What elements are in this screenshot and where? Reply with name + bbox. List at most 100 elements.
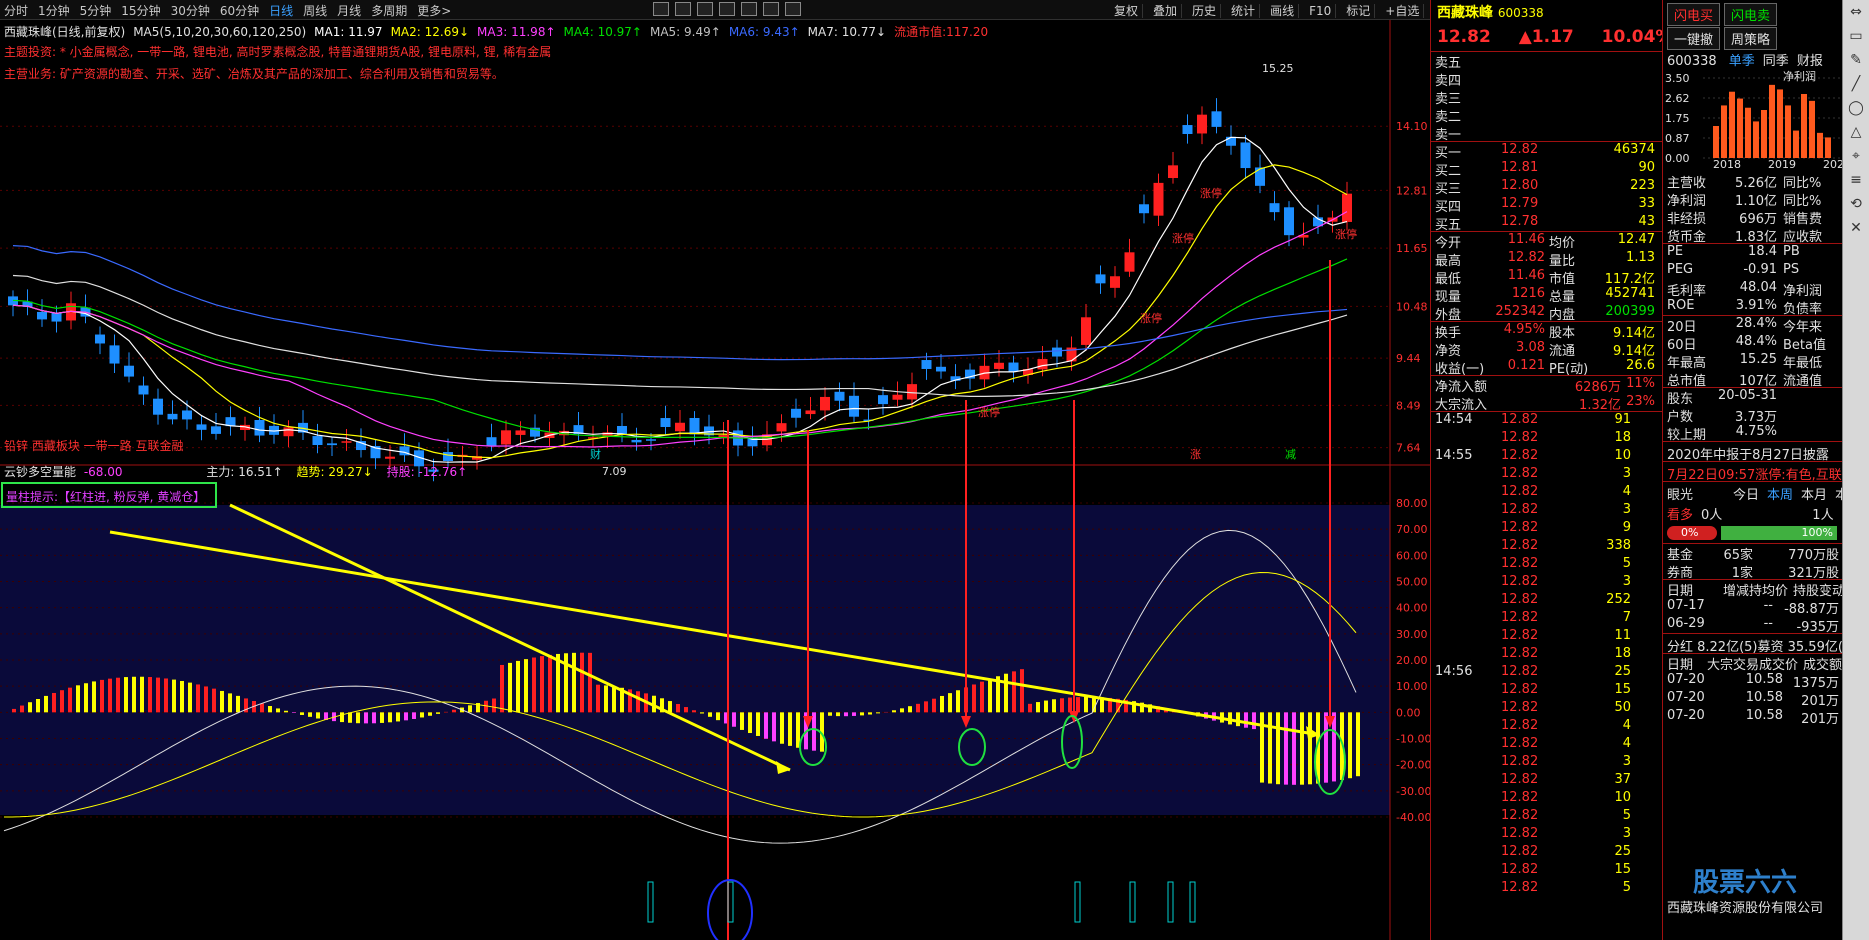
vtool-icon[interactable]: △ bbox=[1846, 124, 1866, 144]
period-tab[interactable]: 15分钟 bbox=[121, 4, 160, 18]
fin-label: 销售费 bbox=[1783, 212, 1823, 227]
inst-label: 基金 bbox=[1667, 548, 1694, 563]
hist-bar bbox=[708, 712, 712, 717]
candle bbox=[341, 441, 352, 443]
vtool-icon[interactable]: ◯ bbox=[1846, 100, 1866, 120]
tick-vol: 338 bbox=[1606, 538, 1631, 553]
stat-label: 流通 bbox=[1549, 344, 1576, 359]
bull-count-item: 看多 bbox=[1667, 508, 1694, 523]
fin-label: 货币金 bbox=[1667, 230, 1707, 245]
indicator-name[interactable]: 云钞多空量能 bbox=[4, 465, 76, 479]
toolbar-button[interactable]: 统计 bbox=[1227, 4, 1261, 18]
toolbar-right-buttons: 复权叠加历史统计画线F10标记+自选返回 bbox=[1110, 2, 1469, 19]
bull-count-item: 0人 bbox=[1701, 508, 1723, 523]
tool-icon[interactable] bbox=[763, 2, 779, 16]
tool-icon[interactable] bbox=[719, 2, 735, 16]
period-tab[interactable]: 30分钟 bbox=[171, 4, 210, 18]
data-row: 大宗流入 1.32亿 23% bbox=[1431, 394, 1662, 413]
hist-bar bbox=[1044, 700, 1048, 713]
tick-vol: 11 bbox=[1614, 628, 1631, 643]
vtool-icon[interactable]: ✕ bbox=[1846, 220, 1866, 240]
quick-trade-button[interactable]: 闪电买 bbox=[1667, 3, 1721, 26]
tick-vol: 3 bbox=[1622, 466, 1631, 481]
toolbar-button[interactable]: F10 bbox=[1305, 4, 1337, 18]
fin-label: 60日 bbox=[1667, 338, 1697, 353]
tick-price: 12.82 bbox=[1501, 790, 1539, 805]
blk-date: 07-20 bbox=[1667, 708, 1705, 723]
hist-bar bbox=[556, 653, 560, 713]
fin-axis-label: 0.00 bbox=[1665, 152, 1690, 165]
hist-bar bbox=[1068, 697, 1072, 713]
fin-tab[interactable]: 同季 bbox=[1763, 54, 1789, 69]
hist-bar bbox=[292, 712, 296, 713]
eye-tab[interactable]: 本年 bbox=[1835, 488, 1842, 503]
quick-trade-button[interactable]: 闪电卖 bbox=[1724, 3, 1778, 26]
toolbar-button[interactable]: 标记 bbox=[1342, 4, 1376, 18]
tool-icon[interactable] bbox=[785, 2, 801, 16]
toolbar-button[interactable]: 画线 bbox=[1266, 4, 1300, 18]
vtool-icon[interactable]: ╱ bbox=[1846, 76, 1866, 96]
fin-tab[interactable]: 财报 bbox=[1797, 54, 1823, 69]
tool-icon[interactable] bbox=[653, 2, 669, 16]
candle bbox=[95, 334, 105, 344]
limit-up-label: 涨停 bbox=[1335, 227, 1357, 241]
period-tab[interactable]: 分时 bbox=[4, 4, 28, 18]
fin-year-label: 202 bbox=[1823, 158, 1842, 168]
tick-price: 12.82 bbox=[1501, 484, 1539, 499]
tick-price: 12.82 bbox=[1501, 538, 1539, 553]
vtool-icon[interactable]: ≡ bbox=[1846, 172, 1866, 192]
period-tab[interactable]: 月线 bbox=[337, 4, 361, 18]
data-row: 卖四 bbox=[1431, 70, 1662, 89]
toolbar-button[interactable]: 历史 bbox=[1188, 4, 1222, 18]
stat-value: 117.2亿 bbox=[1604, 272, 1655, 287]
price-axis-label: 7.64 bbox=[1396, 442, 1421, 455]
toolbar-button[interactable]: +自选 bbox=[1381, 4, 1425, 18]
vtool-icon[interactable]: ⌖ bbox=[1846, 148, 1866, 168]
vtool-icon[interactable]: ✎ bbox=[1846, 52, 1866, 72]
vtool-icon[interactable]: ⇔ bbox=[1846, 4, 1866, 24]
quick-trade-button[interactable]: 周策略 bbox=[1724, 27, 1778, 50]
fin-tab[interactable]: 单季 bbox=[1729, 54, 1755, 69]
quick-trade-button[interactable]: 一键撤 bbox=[1667, 27, 1721, 50]
period-tab[interactable]: 多周期 bbox=[371, 4, 407, 18]
vtool-icon[interactable]: ⟲ bbox=[1846, 196, 1866, 216]
vtool-icon[interactable]: ▭ bbox=[1846, 28, 1866, 48]
candle bbox=[849, 395, 859, 417]
period-tab[interactable]: 更多> bbox=[417, 4, 451, 18]
data-row: 买三 12.80 223 bbox=[1431, 178, 1662, 197]
ind-axis-label: 50.00 bbox=[1396, 576, 1428, 589]
tick-vol: 3 bbox=[1622, 754, 1631, 769]
fin-year-label: 2018 bbox=[1713, 158, 1741, 168]
tool-icon[interactable] bbox=[741, 2, 757, 16]
eye-tab[interactable]: 本周 bbox=[1767, 488, 1793, 503]
ma-legend-item: 西藏珠峰(日线,前复权) bbox=[4, 25, 126, 39]
news-text[interactable]: 7月22日09:57涨停:有色,互联金融 bbox=[1663, 462, 1842, 482]
ma-legend-item: MA5(5,10,20,30,60,120,250) bbox=[133, 25, 307, 39]
stat-value: 1216 bbox=[1511, 286, 1545, 301]
eye-tab[interactable]: 本月 bbox=[1801, 488, 1827, 503]
kline-chart[interactable]: 14.10 12.81 11.65 10.48 9.44 8.49 7.64 80.00 70.… bbox=[0, 20, 1430, 940]
period-tab[interactable]: 5分钟 bbox=[80, 4, 112, 18]
toolbar-button[interactable]: 复权 bbox=[1110, 4, 1144, 18]
toolbar-button[interactable]: 叠加 bbox=[1149, 4, 1183, 18]
tick-vol: 9 bbox=[1622, 520, 1631, 535]
hist-bar bbox=[188, 682, 192, 713]
candle bbox=[501, 430, 511, 445]
period-tab[interactable]: 日线 bbox=[269, 4, 293, 18]
period-tab[interactable]: 60分钟 bbox=[220, 4, 259, 18]
hist-bar bbox=[44, 695, 48, 713]
hist-bar bbox=[284, 710, 288, 713]
tick-vol: 10 bbox=[1614, 790, 1631, 805]
hist-bar bbox=[596, 684, 600, 713]
period-tab[interactable]: 1分钟 bbox=[38, 4, 70, 18]
price-axis-label: 8.49 bbox=[1396, 399, 1421, 412]
fin-label: PB bbox=[1783, 244, 1800, 259]
candle bbox=[515, 430, 526, 435]
tool-icon[interactable] bbox=[675, 2, 691, 16]
hist-bar bbox=[100, 679, 104, 713]
tick-list[interactable]: 14:54 12.82 91 12.82 18 14:55 12.82 10 12.82 3 12.… bbox=[1431, 412, 1662, 898]
eye-tab[interactable]: 今日 bbox=[1733, 488, 1759, 503]
tool-icon[interactable] bbox=[697, 2, 713, 16]
period-tab[interactable]: 周线 bbox=[303, 4, 327, 18]
hist-bar bbox=[412, 712, 416, 720]
